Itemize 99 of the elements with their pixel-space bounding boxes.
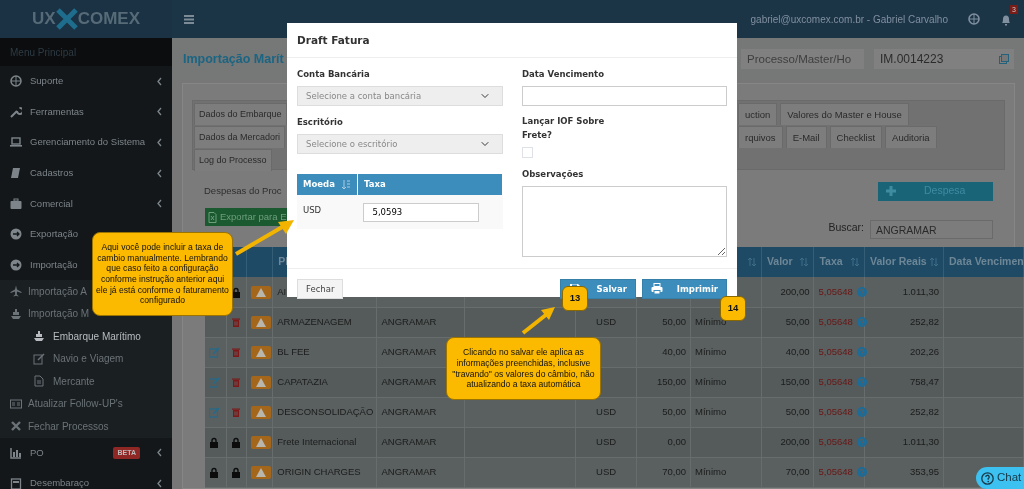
- menu-item[interactable]: Comercial: [0, 188, 172, 219]
- menu-item[interactable]: Desembaraço: [0, 468, 172, 489]
- column-header: Moeda: [303, 177, 335, 191]
- select-field[interactable]: Selecione a conta bancária: [297, 85, 503, 106]
- rate-text: 5,05648: [818, 464, 853, 479]
- name-text: ARMAZENAGEM: [277, 315, 352, 327]
- value-text: 1.011,30: [902, 435, 939, 447]
- supplier-text: ANGRAMAR: [381, 315, 437, 327]
- field-label: Data Vencimento: [522, 68, 605, 81]
- export-button[interactable]: Exportar para E: [205, 208, 290, 226]
- basis-text: Mínimo: [695, 405, 727, 417]
- rate-text: 5,05648: [818, 314, 853, 329]
- value-text: 50,00: [785, 315, 810, 327]
- print-button[interactable]: Imprimir: [641, 279, 727, 299]
- supplier-text: ANGRAMAR: [381, 345, 437, 357]
- value-text: 758,47: [909, 375, 939, 387]
- tab[interactable]: Valores do Master e House: [780, 103, 909, 125]
- basis-text: Mínimo: [695, 465, 727, 477]
- callout-tooltip: Aqui você pode incluir a taxa de cambio manualmente. Lembrando que caso feito a configuração conforme instrução anterior aqui ele já está conforme o faturamento configurado: [92, 232, 233, 316]
- rate-input[interactable]: 5,0593: [363, 202, 480, 222]
- logo-text: COMEX: [77, 8, 140, 31]
- tab[interactable]: uction: [738, 103, 778, 125]
- modal-title: Draft Fatura: [287, 23, 737, 58]
- callout-tooltip: Clicando no salvar ele aplica as informações preenchidas, inclusive "travando" os valores do câmbio, não atualizando a taxa automática: [446, 337, 601, 400]
- value-text: 40,00: [785, 345, 810, 357]
- column-header: Pl: [278, 254, 289, 270]
- supplier-text: ANGRAMAR: [381, 375, 437, 387]
- amount-text: 40,00: [662, 345, 687, 357]
- amount-text: 50,00: [662, 405, 687, 417]
- currency-text: USD: [596, 465, 617, 477]
- value-text: 252,82: [909, 315, 939, 327]
- menu-item[interactable]: Cadastros: [0, 157, 172, 189]
- value-text: 353,95: [909, 465, 939, 477]
- rate-text: 5,05648: [818, 344, 853, 359]
- supplier-text: ANGRAMAR: [381, 465, 437, 477]
- rate-text: 5,05648: [818, 404, 853, 419]
- value-text: 70,00: [785, 465, 810, 477]
- amount-text: 150,00: [657, 375, 687, 387]
- chat-button[interactable]: Chat: [976, 467, 1024, 489]
- tab[interactable]: Checklist: [829, 126, 883, 148]
- field-label: Escritório: [297, 115, 344, 129]
- tab[interactable]: Dados do Embarque: [194, 103, 287, 125]
- menu-item[interactable]: Embarque Marítimo: [0, 325, 172, 348]
- logo-text: UX: [32, 8, 56, 31]
- search-field[interactable]: Processo/Master/Ho: [741, 49, 864, 69]
- name-text: BL FEE: [277, 345, 310, 357]
- supplier-text: ANGRAMAR: [381, 405, 437, 417]
- menu-item[interactable]: Gerenciamento do Sistema: [0, 127, 172, 158]
- amount-text: 50,00: [662, 315, 687, 327]
- step-badge: 14: [720, 296, 746, 321]
- currency-text: USD: [596, 315, 617, 327]
- value-text: 202,26: [909, 345, 939, 357]
- column-header: Taxa: [364, 177, 386, 191]
- field-label: Lançar IOF Sobre Frete?: [522, 114, 606, 142]
- close-button[interactable]: Fechar: [297, 279, 344, 299]
- name-text: ORIGIN CHARGES: [277, 465, 361, 477]
- value-text: 200,00: [780, 435, 810, 447]
- name-text: CAPATAZIA: [277, 375, 328, 387]
- menu-item[interactable]: Suporte: [0, 66, 172, 97]
- menu-item[interactable]: Atualizar Follow-UP's: [0, 392, 172, 416]
- section-title: Despesas do Proc: [204, 183, 282, 198]
- menu-item[interactable]: Mercante: [0, 370, 172, 393]
- currency-text: USD: [596, 435, 617, 447]
- process-field[interactable]: IM.0014223: [874, 49, 1014, 69]
- field-label: Observações: [522, 167, 585, 181]
- tab[interactable]: Auditoria: [885, 126, 937, 148]
- tab[interactable]: E-Mail: [785, 126, 827, 148]
- value-text: 150,00: [780, 375, 810, 387]
- value-text: 200,00: [780, 285, 810, 297]
- column-header: Taxa: [819, 254, 843, 270]
- step-badge: 13: [562, 286, 588, 311]
- value-text: 50,00: [785, 405, 810, 417]
- supplier-text: ANGRAMAR: [381, 435, 437, 447]
- column-header: Valor: [766, 254, 793, 270]
- amount-text: 70,00: [662, 465, 687, 477]
- basis-text: Mínimo: [695, 345, 727, 357]
- menu-item[interactable]: Navio e Viagem: [0, 347, 172, 371]
- rate-text: 5,05648: [818, 284, 853, 299]
- column-header: Valor Reais: [870, 254, 927, 270]
- search-label: Buscar:: [828, 220, 864, 236]
- user-name: gabriel@uxcomex.com.br - Gabriel Carvalho: [750, 12, 948, 27]
- currency-text: USD: [303, 204, 322, 215]
- tab[interactable]: Log do Processo: [194, 149, 272, 171]
- value-text: 1.011,30: [902, 285, 939, 297]
- menu-item[interactable]: Ferramentas: [0, 96, 172, 128]
- rate-text: 5,05648: [818, 374, 853, 389]
- column-header: Data Vencimen: [948, 254, 1024, 270]
- search-field[interactable]: ANGRAMAR: [870, 220, 993, 239]
- name-text: DESCONSOLIDAÇÃO: [277, 405, 374, 417]
- currency-text: USD: [596, 405, 617, 417]
- tab[interactable]: rquivos: [738, 126, 783, 148]
- basis-text: Mínimo: [695, 375, 727, 387]
- select-field[interactable]: Selecione o escritório: [297, 133, 503, 154]
- value-text: 252,82: [909, 405, 939, 417]
- page-title: Importação Marít: [183, 50, 284, 68]
- rate-text: 5,05648: [818, 434, 853, 449]
- menu-item[interactable]: Fechar Processos: [0, 415, 172, 438]
- field-label: Conta Bancária: [297, 68, 371, 81]
- tab[interactable]: Dados da Mercadori: [194, 126, 286, 148]
